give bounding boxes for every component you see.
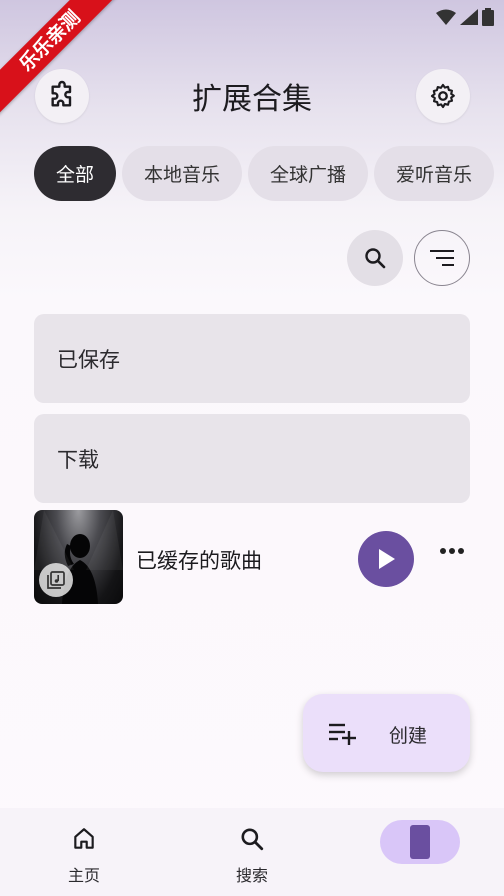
- cached-songs-title: 已缓存的歌曲: [136, 549, 262, 573]
- settings-button[interactable]: [416, 69, 470, 123]
- play-icon: [379, 549, 395, 569]
- watermark-text: 乐乐亲测: [0, 0, 125, 116]
- tab-all[interactable]: 全部: [34, 146, 117, 201]
- search-icon: [365, 248, 386, 269]
- saved-card-label: 已保存: [57, 347, 120, 372]
- cached-songs-row[interactable]: 已缓存的歌曲: [34, 510, 470, 604]
- more-options-button[interactable]: [440, 548, 464, 554]
- sort-icon: [430, 250, 454, 266]
- downloads-card[interactable]: 下载: [34, 414, 470, 503]
- bottom-navigation: 主页 搜索: [0, 808, 504, 896]
- more-horizontal-icon: [440, 548, 446, 554]
- play-button[interactable]: [358, 531, 414, 587]
- sort-button[interactable]: [414, 230, 470, 286]
- nav-search[interactable]: 搜索: [207, 826, 297, 886]
- nav-library[interactable]: [380, 820, 460, 864]
- music-library-badge: [39, 563, 73, 597]
- nav-home-label: 主页: [67, 866, 100, 885]
- battery-icon: [482, 8, 494, 26]
- search-button[interactable]: [347, 230, 403, 286]
- music-library-icon: [47, 571, 65, 589]
- signal-icon: [460, 9, 478, 25]
- tab-local-music[interactable]: 本地音乐: [122, 146, 243, 201]
- gear-icon: [430, 83, 455, 109]
- wifi-icon: [436, 9, 456, 25]
- home-icon: [74, 828, 94, 849]
- tab-aiting-music[interactable]: 爱听音乐: [374, 146, 495, 201]
- downloads-card-label: 下载: [57, 447, 99, 472]
- search-icon: [241, 828, 264, 851]
- watermark-ribbon: 乐乐亲测: [0, 0, 130, 130]
- nav-search-label: 搜索: [235, 866, 268, 885]
- library-icon: [410, 825, 430, 859]
- saved-card[interactable]: 已保存: [34, 314, 470, 403]
- playlist-add-icon: [329, 723, 356, 745]
- tab-global-radio[interactable]: 全球广播: [248, 146, 369, 201]
- create-fab[interactable]: 创建: [303, 694, 470, 772]
- nav-home[interactable]: 主页: [39, 826, 129, 886]
- create-fab-label: 创建: [389, 725, 428, 747]
- category-tabs: 全部 本地音乐 全球广播 爱听音乐: [34, 146, 495, 201]
- cached-songs-cover: [34, 510, 123, 604]
